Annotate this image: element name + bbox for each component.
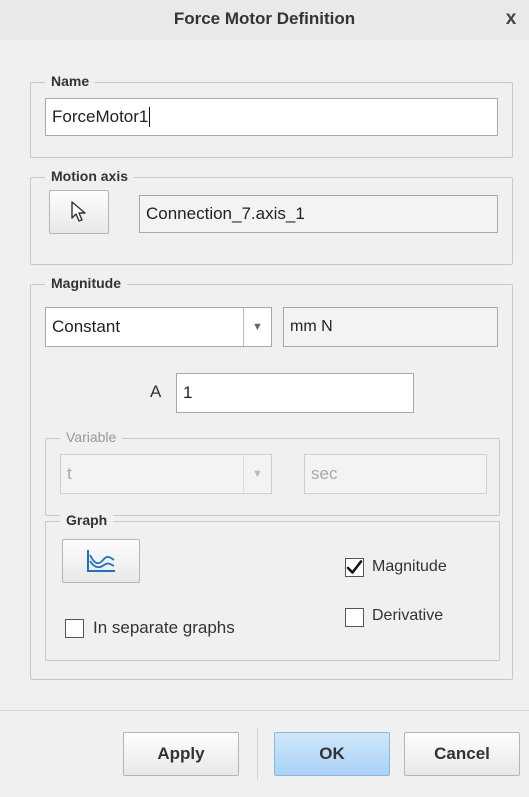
select-axis-button[interactable] (49, 190, 109, 234)
derivative-checkbox-label: Derivative (372, 607, 444, 624)
variable-units-field: sec (304, 454, 487, 494)
graph-button[interactable] (62, 539, 140, 583)
name-legend: Name (45, 73, 96, 89)
derivative-checkbox[interactable] (345, 608, 364, 627)
graph-group: Graph Magnitude In separate graphs Deriv… (45, 512, 500, 661)
magnitude-checkbox[interactable] (345, 558, 364, 577)
variable-value: t (67, 464, 72, 483)
motion-axis-field[interactable]: Connection_7.axis_1 (139, 195, 498, 233)
a-value: 1 (183, 383, 193, 402)
variable-units-value: sec (311, 464, 338, 483)
motion-axis-group: Motion axis Connection_7.axis_1 (30, 168, 513, 265)
dialog-title: Force Motor Definition (173, 9, 356, 28)
variable-group: Variable t ▼ sec (45, 429, 500, 516)
motion-axis-legend: Motion axis (45, 168, 135, 184)
text-caret (149, 107, 151, 127)
magnitude-legend: Magnitude (45, 275, 127, 291)
separate-graphs-label: In separate graphs (93, 618, 235, 637)
chevron-down-icon[interactable]: ▼ (243, 308, 271, 346)
close-icon[interactable]: x (501, 8, 521, 30)
name-group: Name ForceMotor1 (30, 73, 513, 158)
name-input[interactable]: ForceMotor1 (45, 98, 498, 136)
magnitude-group: Magnitude Constant ▼ mm N A 1 Variable t… (30, 275, 513, 680)
magnitude-type-value: Constant (52, 317, 121, 336)
variable-select: t ▼ (60, 454, 272, 494)
cancel-button[interactable]: Cancel (404, 732, 520, 776)
magnitude-checkbox-label: Magnitude (372, 558, 447, 575)
motion-axis-value: Connection_7.axis_1 (146, 204, 305, 223)
separate-graphs-checkbox[interactable] (65, 619, 84, 638)
cursor-arrow-icon (69, 200, 89, 224)
a-value-input[interactable]: 1 (176, 373, 414, 413)
footer-divider (257, 728, 258, 780)
graph-legend: Graph (60, 512, 114, 528)
magnitude-units-field: mm N (283, 307, 498, 347)
magnitude-type-select[interactable]: Constant ▼ (45, 307, 272, 347)
a-label: A (150, 382, 162, 401)
magnitude-units-value: mm N (290, 318, 333, 335)
ok-button[interactable]: OK (274, 732, 390, 776)
chevron-down-icon: ▼ (243, 455, 271, 493)
checkmark-icon (346, 560, 363, 574)
name-value: ForceMotor1 (52, 107, 149, 126)
variable-legend: Variable (60, 429, 123, 445)
graph-icon (85, 548, 117, 574)
title-bar: Force Motor Definition x (0, 0, 529, 40)
footer-separator (0, 710, 529, 711)
apply-button[interactable]: Apply (123, 732, 239, 776)
